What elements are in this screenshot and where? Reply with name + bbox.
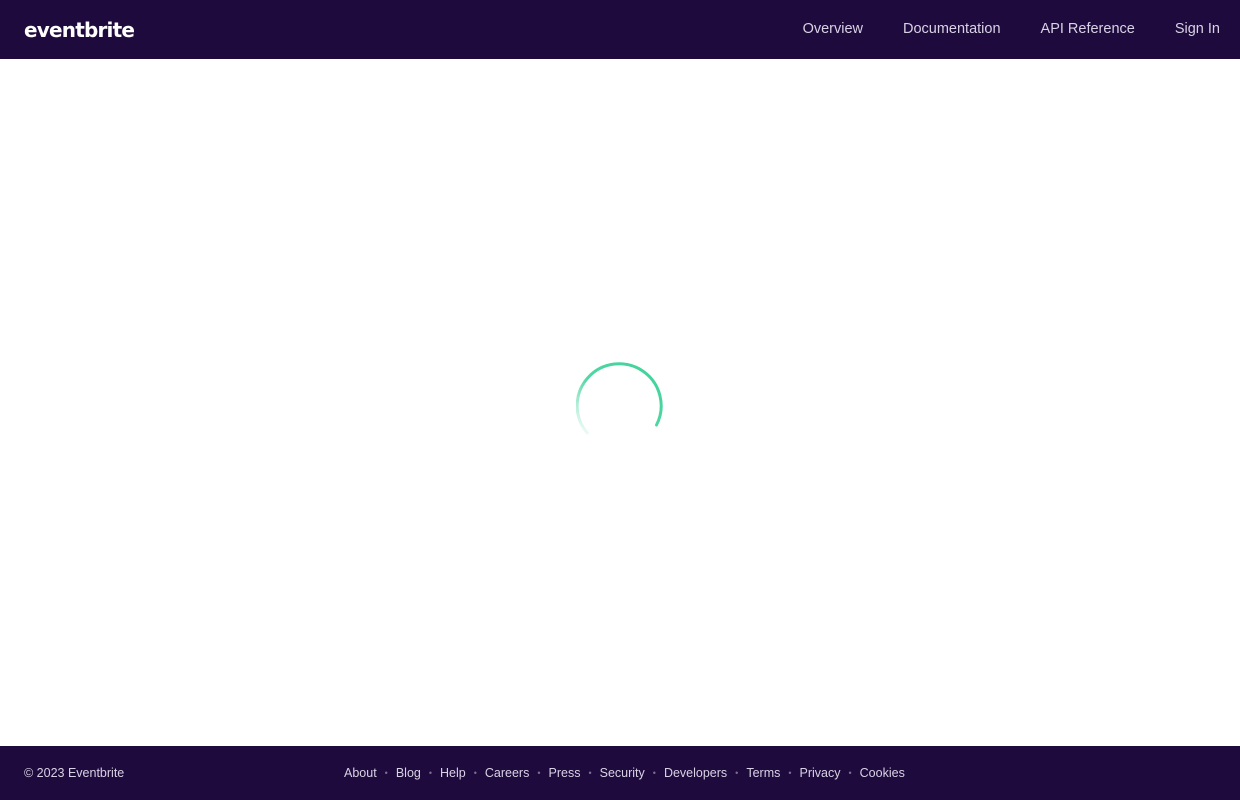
footer-separator: • bbox=[652, 768, 656, 778]
nav-api-reference-link[interactable]: API Reference bbox=[1041, 0, 1135, 59]
footer: © 2023 Eventbrite About • Blog • Help • … bbox=[0, 746, 1240, 800]
footer-separator: • bbox=[735, 768, 739, 778]
footer-cookies-link[interactable]: Cookies bbox=[860, 766, 905, 780]
footer-developers-link[interactable]: Developers bbox=[664, 766, 727, 780]
nav-sign-in-link[interactable]: Sign In bbox=[1175, 0, 1220, 59]
footer-separator: • bbox=[788, 768, 792, 778]
footer-separator: • bbox=[848, 768, 852, 778]
top-nav: Overview Documentation API Reference Sig… bbox=[803, 0, 1220, 59]
footer-links: About • Blog • Help • Careers • Press • … bbox=[344, 746, 905, 800]
footer-blog-link[interactable]: Blog bbox=[396, 766, 421, 780]
loading-spinner-icon bbox=[576, 362, 663, 435]
footer-terms-link[interactable]: Terms bbox=[746, 766, 780, 780]
nav-overview-link[interactable]: Overview bbox=[803, 0, 863, 59]
copyright-text: © 2023 Eventbrite bbox=[24, 766, 125, 780]
top-header: eventbrite Overview Documentation API Re… bbox=[0, 0, 1240, 59]
eventbrite-logo[interactable]: eventbrite bbox=[24, 20, 135, 40]
footer-separator: • bbox=[384, 768, 388, 778]
footer-security-link[interactable]: Security bbox=[600, 766, 645, 780]
footer-separator: • bbox=[473, 768, 477, 778]
footer-press-link[interactable]: Press bbox=[549, 766, 581, 780]
main-content bbox=[0, 59, 1240, 746]
nav-documentation-link[interactable]: Documentation bbox=[903, 0, 1001, 59]
footer-about-link[interactable]: About bbox=[344, 766, 377, 780]
page: eventbrite Overview Documentation API Re… bbox=[0, 0, 1240, 800]
footer-privacy-link[interactable]: Privacy bbox=[800, 766, 841, 780]
footer-separator: • bbox=[428, 768, 433, 778]
footer-separator: • bbox=[537, 768, 541, 778]
footer-separator: • bbox=[588, 768, 592, 778]
footer-careers-link[interactable]: Careers bbox=[485, 766, 529, 780]
footer-help-link[interactable]: Help bbox=[440, 766, 466, 780]
spinner-arc bbox=[576, 362, 663, 435]
